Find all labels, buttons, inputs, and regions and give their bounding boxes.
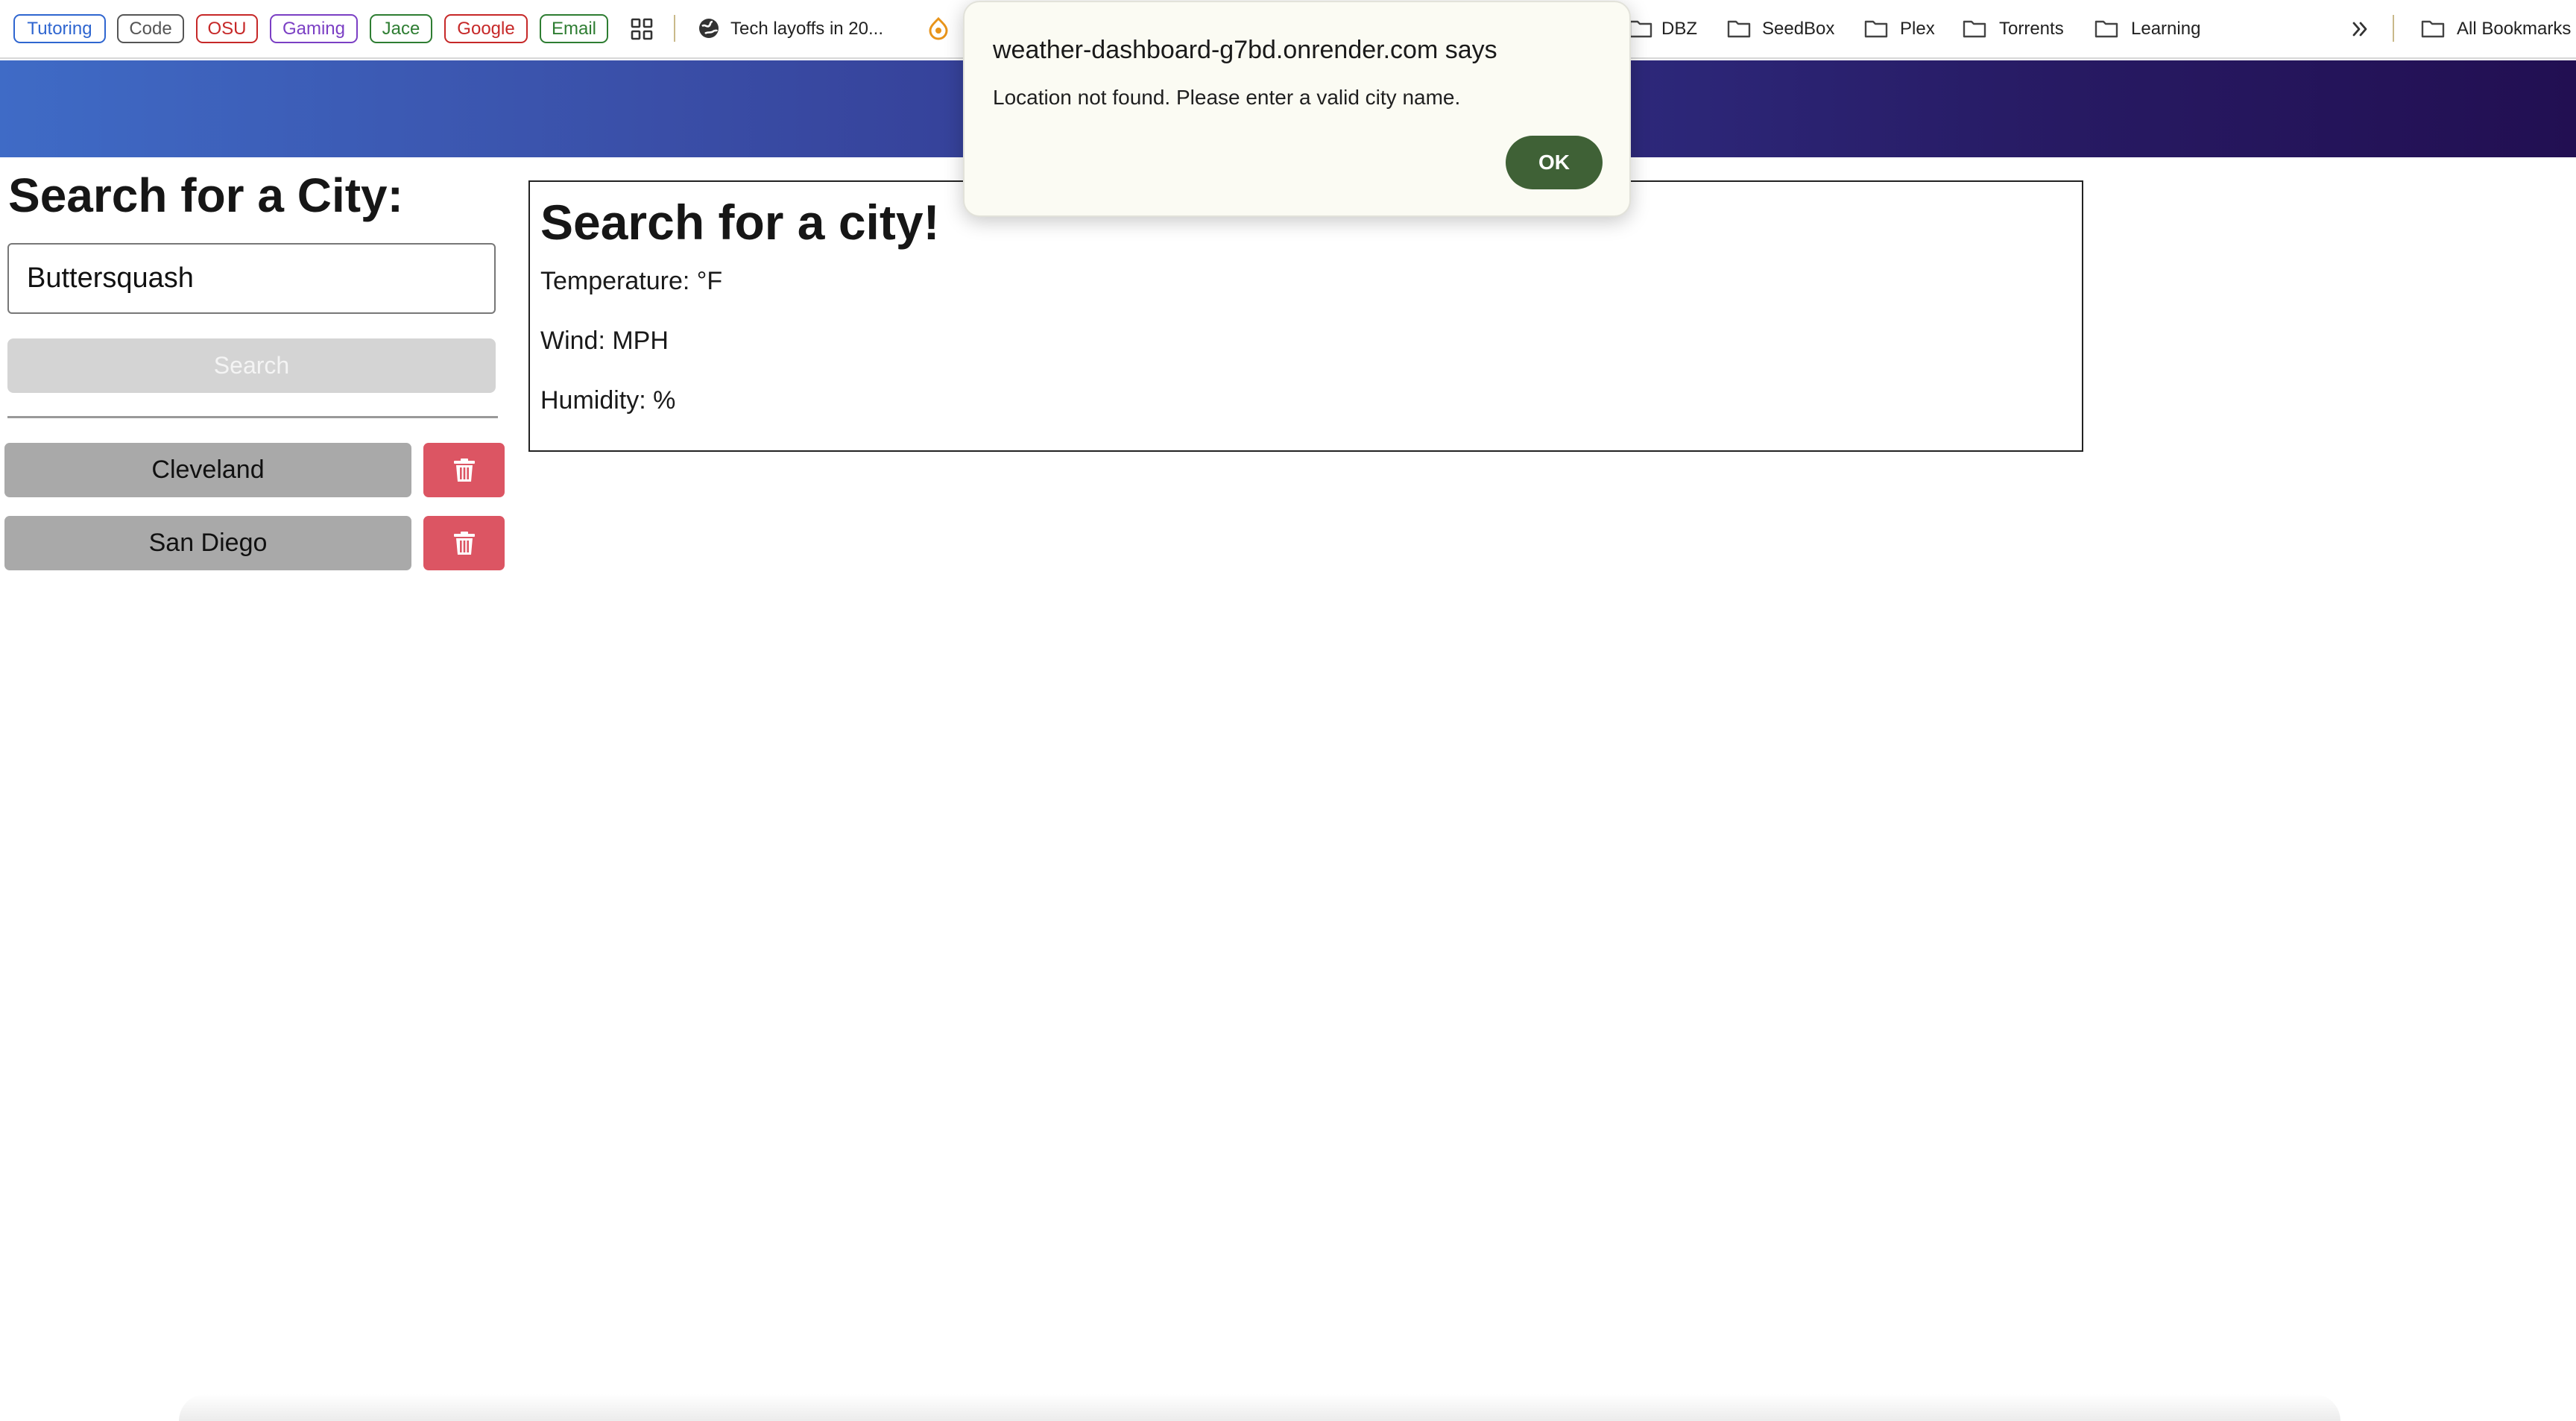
search-heading: Search for a City: [8,168,403,222]
browser-viewport: Tutoring Code OSU Gaming Jace Google Ema… [0,0,2576,1421]
bookmark-link-tech-layoffs[interactable]: Tech layoffs in 20... [730,14,883,43]
delete-history-button[interactable] [423,516,505,570]
globe-icon [698,17,720,43]
current-weather-card: Search for a city! Temperature: °F Wind:… [528,180,2083,452]
bookmarks-separator [674,15,675,42]
temperature-text: Temperature: °F [540,267,723,295]
extension-icon[interactable] [927,16,950,44]
folder-icon [1864,19,1888,42]
history-city-button[interactable]: Cleveland [4,443,411,497]
history-city-button[interactable]: San Diego [4,516,411,570]
bookmark-tag-jace[interactable]: Jace [370,14,432,43]
search-button[interactable]: Search [7,338,496,393]
grid-icon[interactable] [631,18,653,44]
folder-icon [2094,19,2118,42]
bookmark-tag-email[interactable]: Email [540,14,608,43]
delete-history-button[interactable] [423,443,505,497]
city-search-input[interactable]: Buttersquash [7,243,496,314]
folder-icon [1963,19,1986,42]
all-bookmarks-button[interactable]: All Bookmarks [2457,14,2571,43]
folder-icon [2421,19,2445,42]
folder-icon [1629,19,1652,42]
bookmark-tag-tutoring[interactable]: Tutoring [13,14,106,43]
alert-title: weather-dashboard-g7bd.onrender.com says [993,36,1497,64]
bookmark-folder-dbz[interactable]: DBZ [1661,14,1697,43]
trash-icon [454,532,475,555]
bookmark-folder-plex[interactable]: Plex [1900,14,1935,43]
double-chevron-right-icon[interactable] [2351,19,2370,42]
bookmark-tag-gaming[interactable]: Gaming [270,14,358,43]
trash-icon [454,459,475,482]
alert-ok-button[interactable]: OK [1506,136,1603,189]
bookmark-tag-osu[interactable]: OSU [196,14,258,43]
bookmark-folder-learning[interactable]: Learning [2131,14,2200,43]
bookmark-folder-seedbox[interactable]: SeedBox [1762,14,1834,43]
sidebar-divider [7,416,498,418]
folder-icon [1727,19,1751,42]
bookmarks-separator [2393,15,2394,42]
alert-message: Location not found. Please enter a valid… [993,86,1461,109]
wind-text: Wind: MPH [540,327,669,355]
alert-dialog: weather-dashboard-g7bd.onrender.com says… [963,1,1631,217]
weather-card-title: Search for a city! [540,195,940,250]
bookmark-folder-torrents[interactable]: Torrents [1999,14,2064,43]
humidity-text: Humidity: % [540,386,676,415]
bookmark-tag-code[interactable]: Code [117,14,184,43]
bookmark-tag-google[interactable]: Google [444,14,528,43]
bottom-shadow [179,1394,2340,1421]
